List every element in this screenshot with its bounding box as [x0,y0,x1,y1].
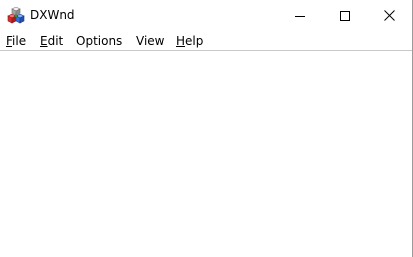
window-title: DXWnd [30,8,75,22]
menu-bar: File Edit Options View Help [0,31,412,51]
dxwnd-app-icon[interactable] [7,6,25,24]
minimize-icon [294,15,305,17]
dxwnd-window: DXWnd File Edit Options View Help [0,0,413,257]
title-bar[interactable]: DXWnd [0,0,412,31]
minimize-button[interactable] [277,0,322,31]
menu-edit-label-rest: dit [47,34,64,48]
menu-file[interactable]: File [6,33,26,49]
maximize-button[interactable] [322,0,367,31]
close-button[interactable] [367,0,412,31]
menu-help-access-key: H [176,34,186,48]
menu-help[interactable]: Help [176,33,203,49]
menu-file-label-rest: ile [12,34,27,48]
menu-view-label: View [136,34,165,48]
menu-view[interactable]: View [136,33,164,49]
menu-edit-access-key: E [40,34,48,48]
program-list-area[interactable] [0,51,412,257]
menu-options-label: Options [76,34,123,48]
menu-help-label-rest: elp [185,34,204,48]
menu-edit[interactable]: Edit [40,33,63,49]
maximize-icon [339,10,350,21]
close-icon [384,10,395,21]
menu-options[interactable]: Options [76,33,122,49]
